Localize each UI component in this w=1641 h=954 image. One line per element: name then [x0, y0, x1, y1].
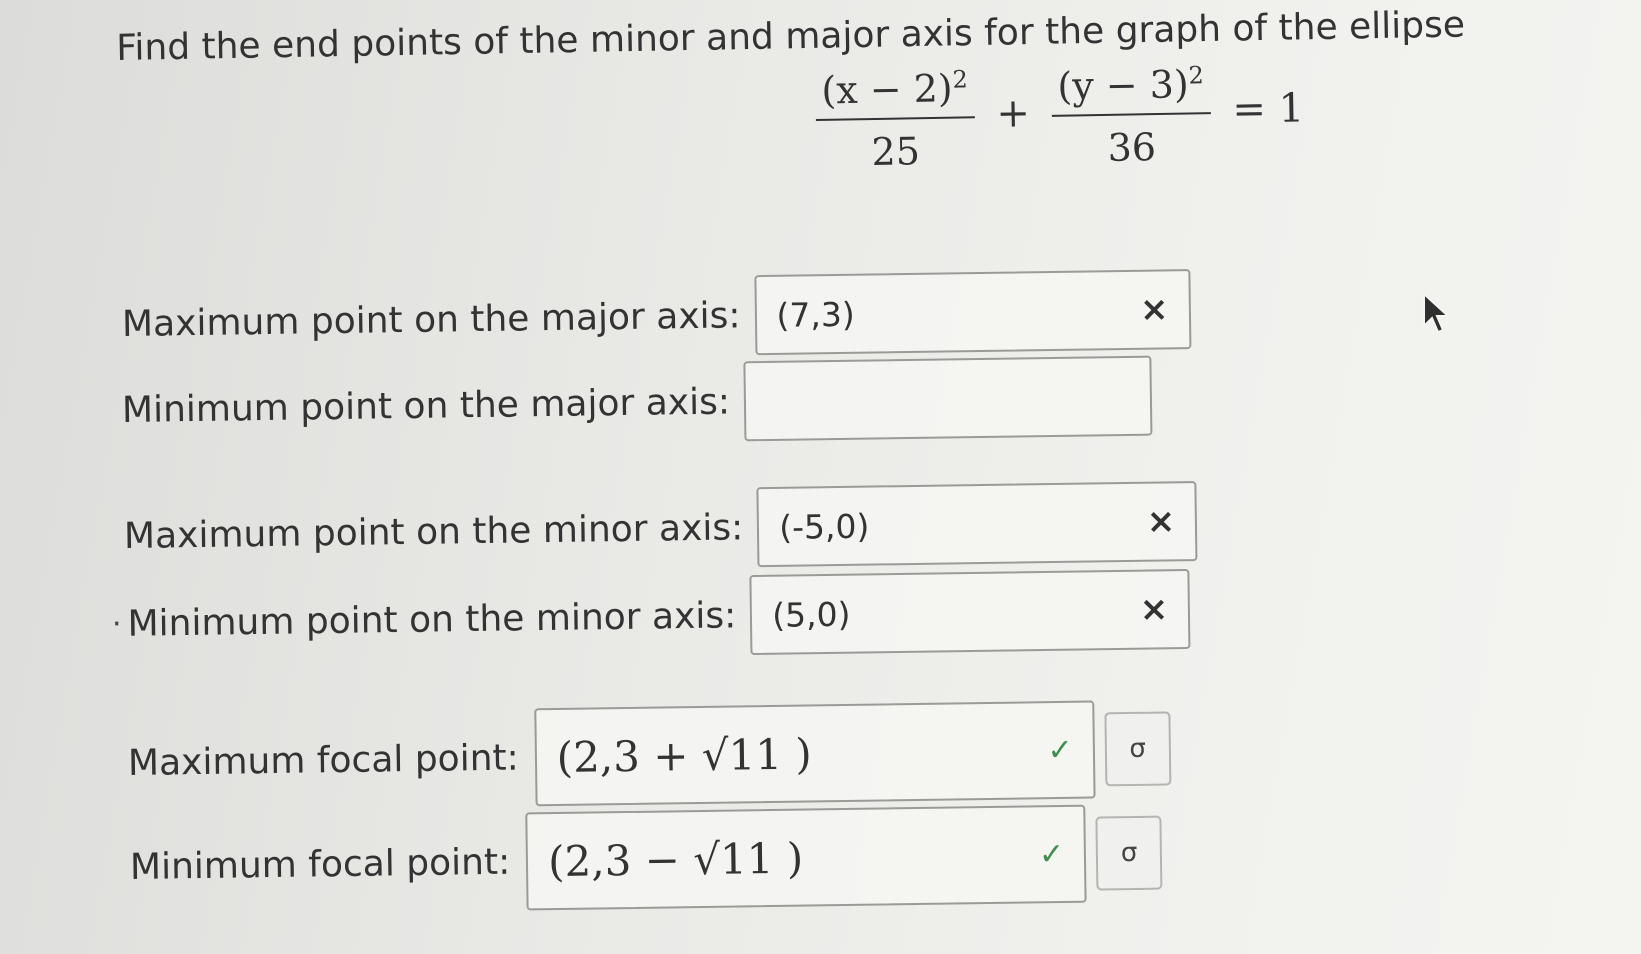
- label-min-major: Minimum point on the major axis:: [121, 381, 731, 431]
- row-max-major: Maximum point on the major axis: (7,3) ×: [121, 269, 1192, 364]
- row-min-major: Minimum point on the major axis:: [121, 355, 1153, 450]
- y-denominator: 36: [1107, 124, 1157, 170]
- row-max-focal: Maximum focal point: (2,3 + √11 ) ✓ σ: [127, 699, 1172, 812]
- label-max-minor: Maximum point on the minor axis:: [123, 506, 744, 557]
- ellipse-equation: (x − 2)2 25 + (y − 3)2 36 = 1: [815, 59, 1305, 174]
- row-min-minor: · Minimum point on the minor axis: (5,0)…: [111, 568, 1191, 664]
- check-icon: ✓: [1047, 732, 1073, 768]
- label-max-focal: Maximum focal point:: [127, 737, 520, 784]
- input-max-focal[interactable]: (2,3 + √11 ) ✓: [534, 700, 1096, 807]
- bullet-dot: ·: [111, 606, 122, 642]
- incorrect-icon: ×: [1146, 501, 1176, 542]
- label-min-focal: Minimum focal point:: [129, 841, 511, 888]
- value-max-minor: (-5,0): [778, 506, 870, 547]
- value-min-focal: (2,3 − √11 ): [547, 833, 804, 886]
- equals-one: = 1: [1232, 85, 1305, 134]
- value-max-major: (7,3): [776, 294, 855, 335]
- answer-key-button[interactable]: σ: [1104, 711, 1172, 787]
- x-exponent: 2: [952, 65, 969, 94]
- input-max-minor[interactable]: (-5,0) ×: [756, 481, 1198, 568]
- value-max-focal: (2,3 + √11 ): [556, 728, 813, 782]
- incorrect-icon: ×: [1139, 589, 1169, 630]
- x-numerator: (x − 2): [821, 66, 954, 113]
- label-min-minor: Minimum point on the minor axis:: [127, 594, 737, 645]
- key-icon: σ: [1129, 733, 1147, 765]
- input-min-minor[interactable]: (5,0) ×: [749, 568, 1191, 656]
- input-min-major[interactable]: [743, 355, 1153, 442]
- x-denominator: 25: [871, 128, 921, 174]
- y-exponent: 2: [1188, 61, 1205, 90]
- key-icon: σ: [1120, 837, 1138, 869]
- row-max-minor: Maximum point on the minor axis: (-5,0) …: [123, 481, 1198, 576]
- fraction-x: (x − 2)2 25: [815, 65, 975, 174]
- input-max-major[interactable]: (7,3) ×: [753, 269, 1192, 356]
- plus-sign: +: [995, 90, 1031, 138]
- input-min-focal[interactable]: (2,3 − √11 ) ✓: [525, 804, 1087, 911]
- incorrect-icon: ×: [1139, 289, 1169, 330]
- mouse-pointer-icon: [1423, 292, 1451, 334]
- row-min-focal: Minimum focal point: (2,3 − √11 ) ✓ σ: [129, 804, 1163, 916]
- label-max-major: Maximum point on the major axis:: [121, 294, 741, 345]
- value-min-minor: (5,0): [771, 594, 851, 635]
- y-numerator: (y − 3): [1057, 62, 1190, 109]
- answer-key-button[interactable]: σ: [1095, 815, 1163, 891]
- fraction-y: (y − 3)2 36: [1051, 61, 1211, 170]
- check-icon: ✓: [1038, 836, 1065, 872]
